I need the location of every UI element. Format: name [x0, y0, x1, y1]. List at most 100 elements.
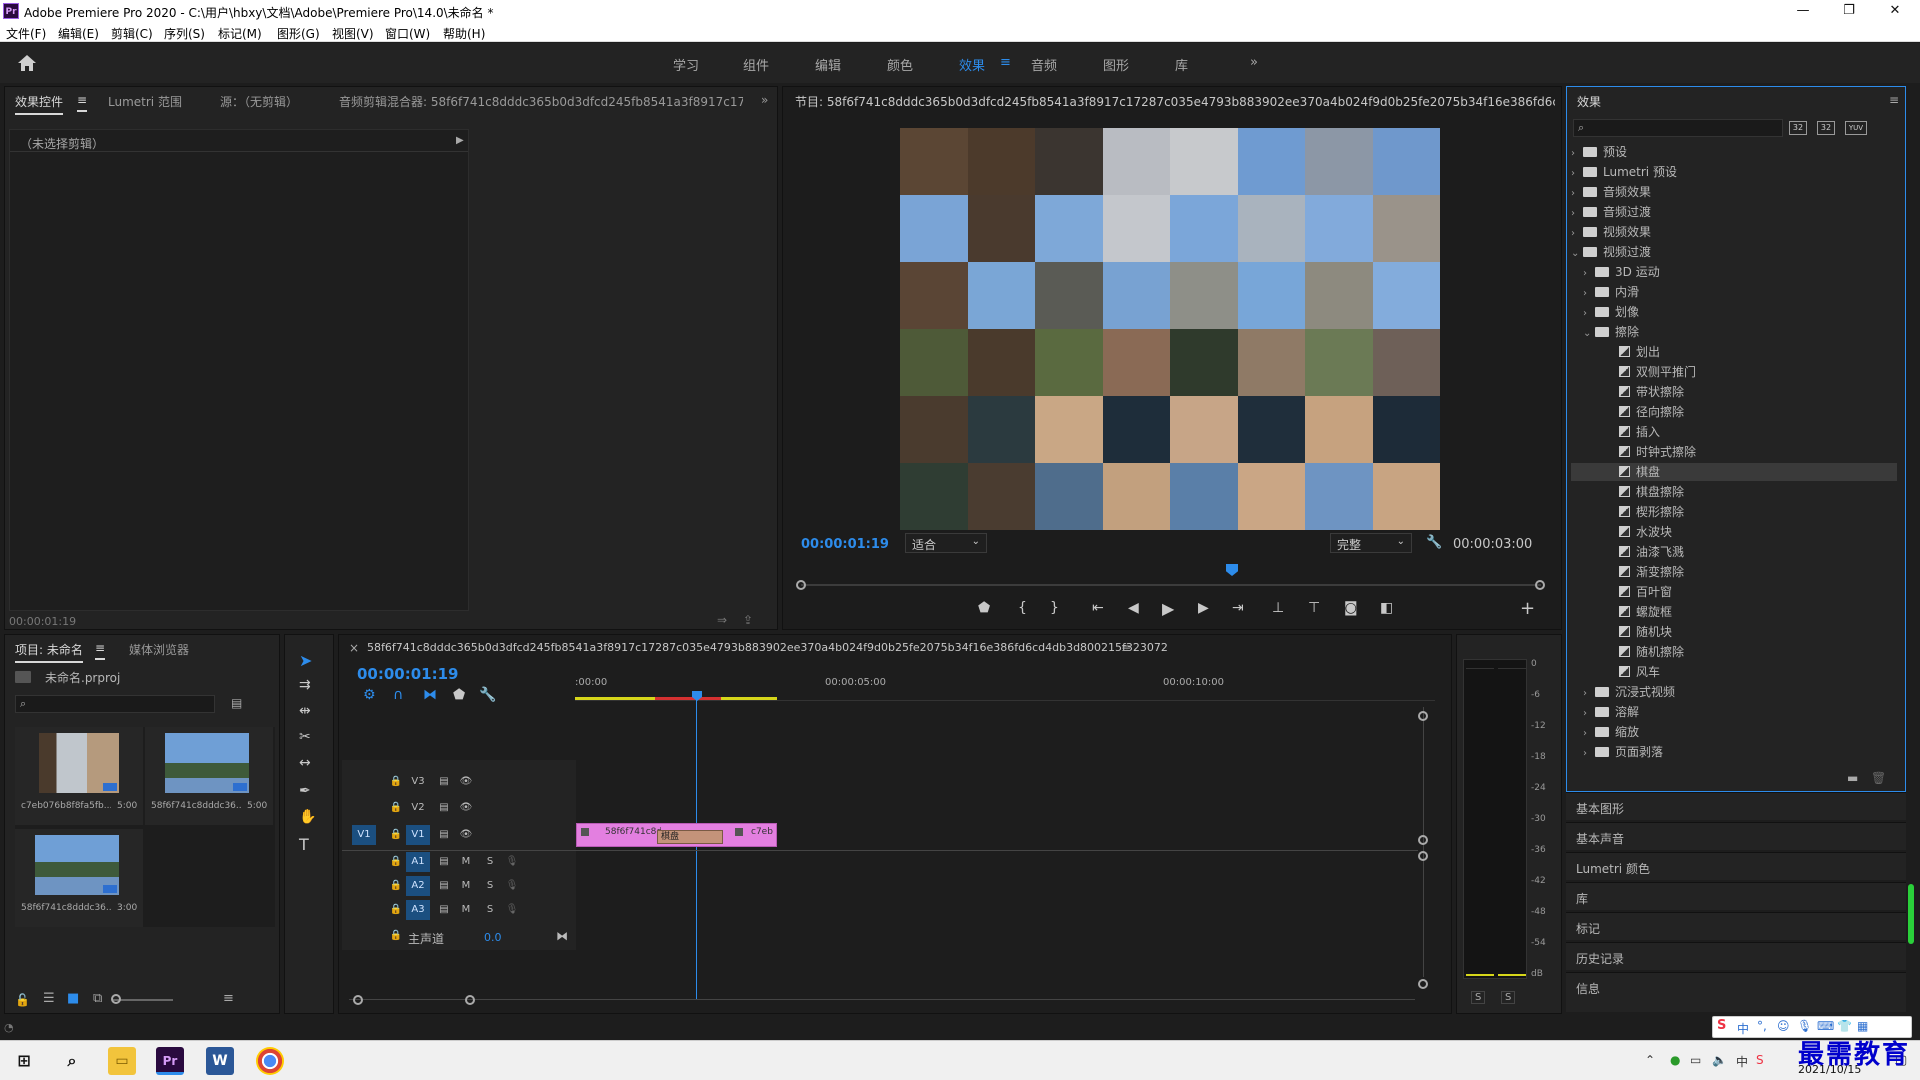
microphone-icon[interactable]: 🎙 [500, 876, 524, 896]
sync-lock-icon[interactable]: ▤ [432, 876, 456, 896]
workspace-color[interactable]: 颜色 [887, 55, 913, 74]
mark-out-icon[interactable]: } [1050, 600, 1059, 616]
hand-tool-icon[interactable]: ✋ [299, 809, 316, 825]
tab-project[interactable]: 项目: 未命名 [15, 641, 83, 663]
effect-item[interactable]: 楔形擦除 [1595, 503, 1897, 521]
icon-view-icon[interactable]: ■ [67, 991, 79, 1006]
more-workspaces-icon[interactable]: » [1250, 55, 1258, 70]
workspace-libraries[interactable]: 库 [1175, 55, 1188, 74]
source-patch-v1[interactable]: V1 [352, 825, 376, 845]
chevron-right-icon[interactable]: › [1583, 688, 1595, 699]
track-label-v2[interactable]: V2 [406, 798, 430, 818]
zoom-slider-handle[interactable] [111, 994, 121, 1004]
project-search-input[interactable]: ⌕ [15, 695, 215, 713]
checkerboard-transition[interactable]: 棋盘 [657, 830, 723, 844]
track-label-a2[interactable]: A2 [406, 876, 430, 896]
effects-search-input[interactable]: ⌕ [1573, 119, 1783, 137]
effect-item[interactable]: 划出 [1595, 343, 1897, 361]
sequence-menu-icon[interactable]: ≡ [1121, 641, 1131, 655]
chevron-right-icon[interactable]: › [1571, 208, 1583, 219]
network-icon[interactable]: ▭ [1690, 1053, 1701, 1067]
scroll-handle[interactable] [1418, 979, 1428, 989]
lock-icon[interactable]: 🔒 [384, 900, 408, 920]
scroll-handle[interactable] [1418, 851, 1428, 861]
close-button[interactable]: ✕ [1872, 0, 1918, 22]
mute-button[interactable]: M [454, 852, 478, 872]
lock-icon[interactable]: 🔒 [384, 798, 408, 818]
effect-folder[interactable]: › 沉浸式视频 [1583, 683, 1897, 701]
effect-item[interactable]: 棋盘擦除 [1595, 483, 1897, 501]
effect-folder[interactable]: › 音频过渡 [1571, 203, 1897, 221]
timeline-settings-wrench-icon[interactable]: 🔧 [479, 687, 496, 703]
chevron-down-icon[interactable]: ⌄ [1571, 248, 1583, 259]
comparison-view-icon[interactable]: ◧ [1380, 600, 1393, 616]
tray-expand-icon[interactable]: ⌃ [1645, 1053, 1655, 1067]
panel-essential-sound[interactable]: 基本声音 [1566, 822, 1906, 850]
chevron-right-icon[interactable]: › [1583, 268, 1595, 279]
scroll-handle[interactable] [1418, 711, 1428, 721]
chevron-right-icon[interactable]: › [1583, 288, 1595, 299]
zoom-scroll-bar[interactable] [801, 584, 1541, 586]
zoom-handle-right[interactable] [1535, 580, 1545, 590]
lift-icon[interactable]: ⊥ [1272, 600, 1284, 616]
button-editor-plus-icon[interactable]: + [1520, 598, 1535, 619]
sync-lock-icon[interactable]: ▤ [432, 825, 456, 845]
chevron-right-icon[interactable]: › [1583, 308, 1595, 319]
master-volume-value[interactable]: 0.0 [484, 931, 502, 944]
wrench-icon[interactable]: 🔧 [1426, 535, 1442, 550]
lock-icon[interactable]: 🔒 [384, 772, 408, 792]
zoom-handle-left[interactable] [796, 580, 806, 590]
effect-item[interactable]: 插入 [1595, 423, 1897, 441]
track-label-v1[interactable]: V1 [406, 825, 430, 845]
word-icon[interactable]: W [206, 1047, 234, 1075]
effect-folder[interactable]: › 内滑 [1583, 283, 1897, 301]
menu-view[interactable]: 视图(V) [332, 25, 374, 42]
mute-button[interactable]: M [454, 876, 478, 896]
track-select-tool-icon[interactable]: ⇉ [299, 677, 311, 693]
tab-project-menu-icon[interactable]: ≡ [95, 641, 106, 660]
panel-lumetri-color[interactable]: Lumetri 颜色 [1566, 852, 1906, 880]
effect-folder[interactable]: › 缩放 [1583, 723, 1897, 741]
menu-edit[interactable]: 编辑(E) [58, 25, 99, 42]
solo-button[interactable]: S [478, 876, 502, 896]
export-frame-icon[interactable]: ⇒ [717, 613, 727, 627]
sogou-icon[interactable]: S [1756, 1053, 1764, 1067]
effects-panel-menu-icon[interactable]: ≡ [1889, 93, 1899, 107]
tab-effect-controls-menu-icon[interactable]: ≡ [77, 93, 88, 112]
accelerated-effects-icon[interactable]: 32 [1789, 121, 1807, 135]
mute-button[interactable]: M [454, 900, 478, 920]
chevron-right-icon[interactable]: › [1583, 708, 1595, 719]
tab-media-browser[interactable]: 媒体浏览器 [129, 641, 189, 658]
timeline-timecode[interactable]: 00:00:01:19 [357, 665, 459, 683]
timeline-playhead-line[interactable] [696, 699, 697, 999]
effect-folder[interactable]: ⌄ 擦除 [1583, 323, 1897, 341]
step-forward-icon[interactable]: ▶ [1198, 600, 1209, 616]
eye-icon[interactable]: 👁 [454, 772, 478, 792]
pen-tool-icon[interactable]: ✒ [299, 783, 311, 799]
snap-icon[interactable]: ∩ [393, 687, 403, 703]
tray-app-icon[interactable]: ● [1670, 1053, 1680, 1067]
linked-selection-icon[interactable]: ⧓ [423, 687, 437, 703]
effect-item[interactable]: 百叶窗 [1595, 583, 1897, 601]
solo-left-button[interactable]: S [1471, 991, 1486, 1004]
tab-effect-controls[interactable]: 效果控件 [15, 93, 64, 115]
workspace-assembly[interactable]: 组件 [743, 55, 769, 74]
tab-source[interactable]: 源：（无剪辑） [220, 93, 298, 110]
project-item[interactable]: c7eb076b8f8fa5fb... 5:00 [15, 727, 143, 825]
effect-item[interactable]: 水波块 [1595, 523, 1897, 541]
yuv-effects-icon[interactable]: YUV [1845, 121, 1867, 135]
effect-folder[interactable]: › Lumetri 预设 [1571, 163, 1897, 181]
program-playhead-timecode[interactable]: 00:00:01:19 [801, 537, 889, 552]
home-icon[interactable] [16, 53, 38, 73]
track-label-a3[interactable]: A3 [406, 900, 430, 920]
effect-item[interactable]: 随机擦除 [1595, 643, 1897, 661]
go-to-out-icon[interactable]: ⇥ [1232, 600, 1244, 616]
effect-item[interactable]: 螺旋框 [1595, 603, 1897, 621]
sequence-tab[interactable]: 58f6f741c8dddc365b0d3dfcd245fb8541a3f891… [367, 641, 1167, 654]
premiere-taskbar-icon[interactable]: Pr [156, 1047, 184, 1075]
volume-icon[interactable]: 🔈 [1712, 1053, 1727, 1067]
effect-item[interactable]: 风车 [1595, 663, 1897, 681]
effect-folder[interactable]: › 页面剥落 [1583, 743, 1897, 761]
workspace-graphics[interactable]: 图形 [1103, 55, 1129, 74]
maximize-button[interactable]: ❐ [1826, 0, 1872, 22]
